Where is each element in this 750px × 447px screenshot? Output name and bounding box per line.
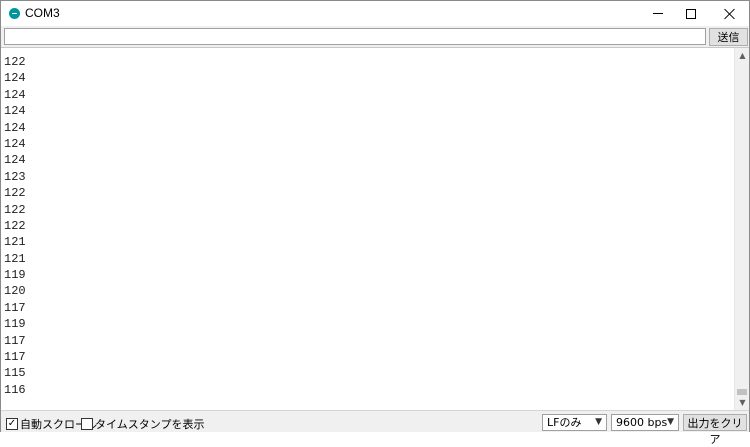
output-line: 122 [4, 186, 26, 201]
output-lines: 122 124 124 124 124 124 124 123 122 122 122 121 121 1… [4, 54, 26, 398]
checkbox-icon[interactable] [81, 418, 93, 430]
baud-rate-select[interactable]: 9600 bps ▼ [611, 414, 679, 431]
output-line: 117 [4, 350, 26, 365]
output-line: 123 [4, 169, 26, 184]
output-line: 124 [4, 153, 26, 168]
timestamp-label: タイムスタンプを表示 [95, 418, 205, 431]
chevron-down-icon: ▼ [667, 417, 674, 427]
output-line: 120 [4, 284, 26, 299]
output-line: 124 [4, 104, 26, 119]
maximize-button[interactable] [674, 1, 707, 26]
chevron-down-icon: ▼ [595, 417, 602, 427]
status-bar: ✓ 自動スクロール タイムスタンプを表示 LFのみ ▼ 9600 bps ▼ 出… [1, 410, 749, 446]
output-line: 116 [4, 382, 26, 397]
minimize-icon [652, 13, 663, 14]
output-line: 121 [4, 251, 26, 266]
clear-output-button[interactable]: 出力をクリア [683, 414, 747, 446]
serial-output[interactable]: 122 124 124 124 124 124 124 123 122 122 122 121 121 1… [1, 47, 749, 410]
send-input[interactable] [4, 28, 706, 45]
title-bar[interactable]: COM3 [1, 1, 749, 26]
output-line: 124 [4, 71, 26, 86]
output-line: 124 [4, 120, 26, 135]
output-line: 121 [4, 235, 26, 250]
checkbox-icon[interactable]: ✓ [6, 418, 18, 430]
vertical-scrollbar[interactable]: ▲ ▼ [734, 48, 749, 410]
serial-monitor-window: COM3 送信 122 124 124 124 124 124 124 123 122 122 12… [0, 0, 750, 446]
output-line: 122 [4, 218, 26, 233]
window-title: COM3 [25, 6, 60, 20]
line-ending-select[interactable]: LFのみ ▼ [542, 414, 607, 431]
output-line: 115 [4, 366, 26, 381]
close-icon [724, 8, 736, 20]
send-row: 送信 [1, 26, 749, 47]
output-line: 119 [4, 317, 26, 332]
scroll-down-icon[interactable]: ▼ [735, 395, 750, 410]
output-line: 119 [4, 268, 26, 283]
scroll-up-icon[interactable]: ▲ [735, 48, 750, 63]
output-line: 124 [4, 136, 26, 151]
minimize-button[interactable] [641, 1, 674, 26]
output-line: 124 [4, 87, 26, 102]
baud-rate-value: 9600 bps [616, 416, 668, 429]
output-line: 117 [4, 333, 26, 348]
output-line: 122 [4, 202, 26, 217]
maximize-icon [685, 8, 696, 19]
output-line: 117 [4, 300, 26, 315]
close-button[interactable] [713, 1, 746, 26]
send-button[interactable]: 送信 [709, 28, 748, 46]
arduino-icon [9, 8, 20, 19]
line-ending-value: LFのみ [547, 416, 582, 429]
output-line: 122 [4, 55, 26, 69]
timestamp-checkbox[interactable]: タイムスタンプを表示 [81, 416, 204, 432]
